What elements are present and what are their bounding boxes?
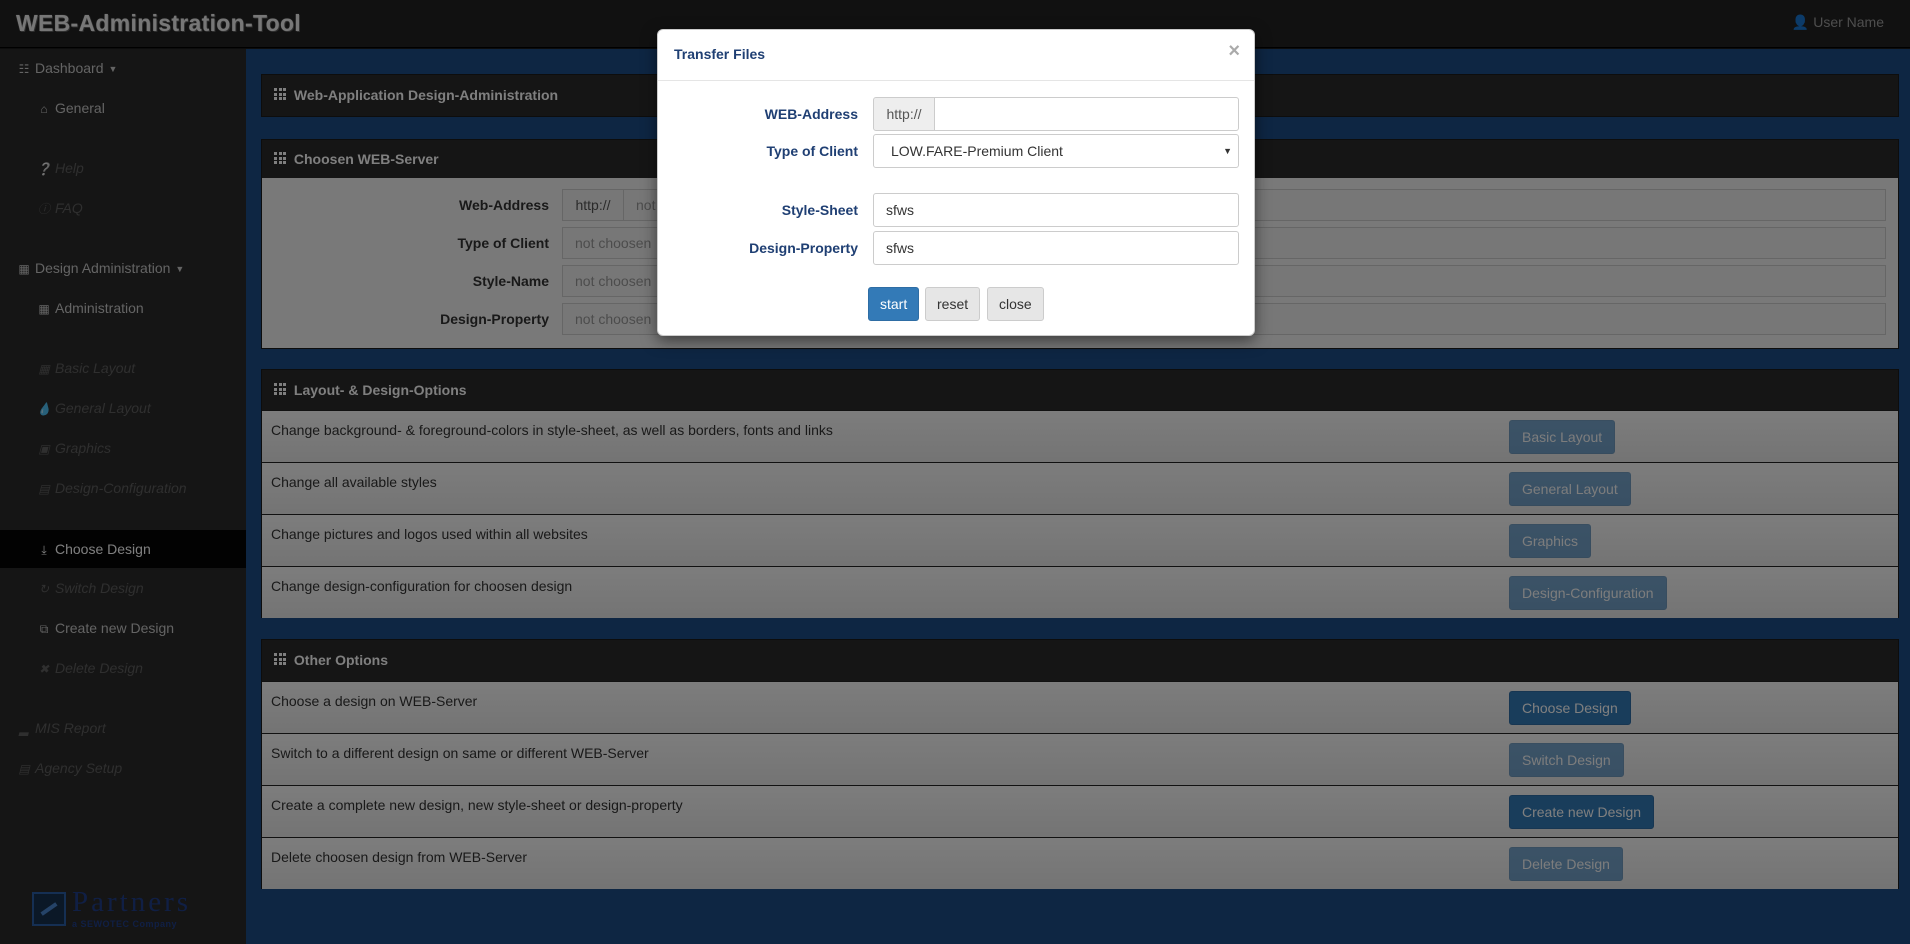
web-address-label: WEB-Address (764, 106, 858, 122)
close-button[interactable]: close (987, 287, 1044, 321)
design-property-input[interactable]: sfws (873, 231, 1239, 265)
type-of-client-select[interactable]: LOW.FARE-Premium Client ▼ (873, 134, 1239, 168)
type-of-client-label: Type of Client (766, 143, 858, 159)
selected-client: LOW.FARE-Premium Client (891, 143, 1063, 159)
reset-button[interactable]: reset (925, 287, 981, 321)
style-sheet-label: Style-Sheet (781, 202, 858, 218)
start-button[interactable]: start (868, 287, 920, 321)
chevron-down-icon: ▼ (1223, 146, 1232, 156)
modal-header: Transfer Files × (658, 30, 1254, 81)
modal-title: Transfer Files (674, 46, 766, 62)
web-address-input[interactable] (934, 97, 1239, 131)
transfer-files-modal: Transfer Files × WEB-Address http:// Typ… (657, 29, 1255, 336)
close-icon[interactable]: × (1228, 41, 1240, 61)
design-property-label: Design-Property (749, 240, 858, 256)
http-prefix: http:// (873, 97, 935, 131)
style-sheet-input[interactable]: sfws (873, 193, 1239, 227)
